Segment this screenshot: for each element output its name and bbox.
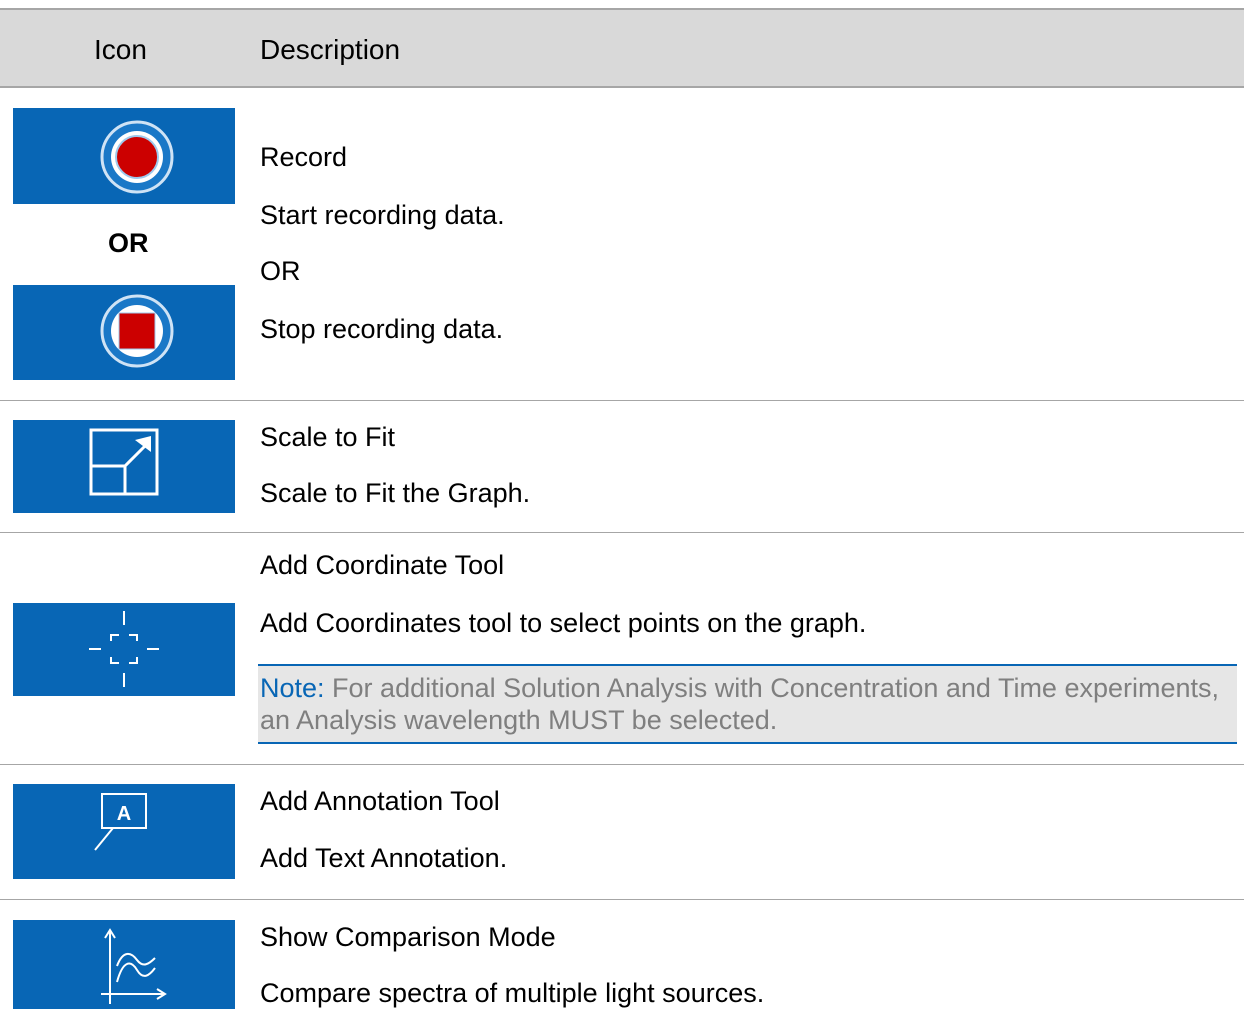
- row-title-coordinate: Add Coordinate Tool: [260, 550, 505, 580]
- row-divider: [0, 400, 1244, 401]
- row-desc-coordinate: Add Coordinates tool to select points on…: [260, 608, 867, 638]
- column-header-icon: Icon: [94, 34, 147, 65]
- column-header-description: Description: [260, 34, 401, 65]
- stop-icon: [100, 294, 174, 368]
- icon-or-separator: OR: [108, 228, 149, 258]
- note-box: Note: For additional Solution Analysis w…: [258, 664, 1237, 744]
- row-desc-stop: Stop recording data.: [260, 314, 504, 344]
- scale-to-fit-icon: [89, 428, 159, 496]
- stop-button[interactable]: [13, 285, 235, 380]
- row-desc-or: OR: [260, 256, 301, 286]
- row-title-annotation: Add Annotation Tool: [260, 786, 500, 816]
- row-desc-annotation: Add Text Annotation.: [260, 843, 508, 873]
- record-icon: [100, 120, 174, 194]
- row-title-comparison: Show Comparison Mode: [260, 922, 556, 952]
- comparison-mode-button[interactable]: [13, 920, 235, 1009]
- row-title-record: Record: [260, 142, 348, 172]
- annotation-letter: A: [117, 803, 131, 825]
- table-header: Icon Description: [0, 8, 1244, 88]
- row-desc-comparison: Compare spectra of multiple light source…: [260, 978, 765, 1008]
- note-label: Note:: [260, 673, 325, 703]
- row-desc-start: Start recording data.: [260, 200, 505, 230]
- annotation-tool-icon: A: [94, 793, 147, 851]
- row-desc-scale: Scale to Fit the Graph.: [260, 478, 531, 508]
- note-text: For additional Solution Analysis with Co…: [260, 673, 1220, 735]
- row-divider: [0, 764, 1244, 765]
- scale-to-fit-button[interactable]: [13, 420, 235, 513]
- comparison-mode-icon: [101, 928, 167, 1004]
- coordinate-tool-button[interactable]: [13, 603, 235, 696]
- record-button[interactable]: [13, 108, 235, 204]
- annotation-tool-button[interactable]: A: [13, 784, 235, 879]
- row-title-scale: Scale to Fit: [260, 422, 396, 452]
- row-divider: [0, 899, 1244, 900]
- row-divider: [0, 532, 1244, 533]
- coordinate-tool-icon: [89, 611, 159, 687]
